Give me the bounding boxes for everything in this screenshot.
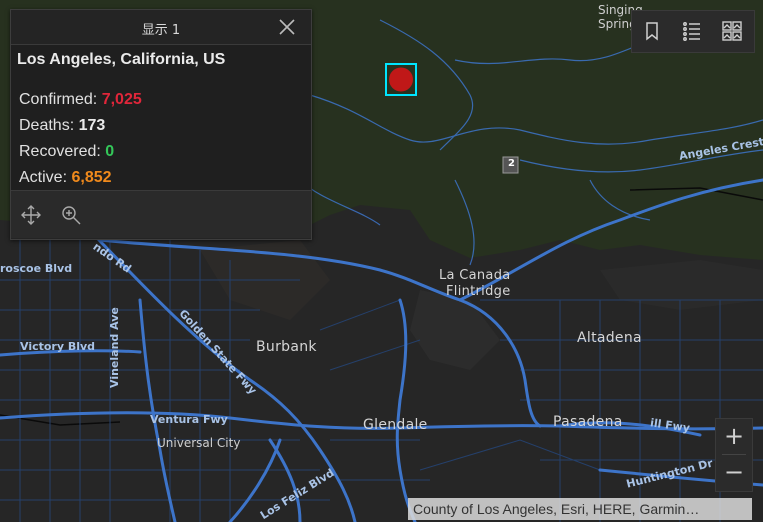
confirmed-row: Confirmed: 7,025: [19, 91, 142, 109]
recovered-row: Recovered: 0: [19, 143, 114, 161]
active-label: Active:: [19, 169, 72, 186]
basemap-gallery-icon[interactable]: [720, 19, 744, 43]
zoom-control: + −: [715, 418, 753, 492]
confirmed-value: 7,025: [101, 91, 142, 108]
active-row: Active: 6,852: [19, 169, 112, 187]
feature-popup: 显示 1 Los Angeles, California, US Confirm…: [10, 9, 312, 240]
deaths-value: 173: [78, 117, 106, 134]
attribution[interactable]: County of Los Angeles, Esri, HERE, Garmi…: [408, 498, 752, 520]
road-label: Ventura Fwy: [150, 413, 228, 426]
city-label: La Canada: [439, 268, 511, 283]
close-icon[interactable]: [277, 17, 297, 37]
city-label: Glendale: [363, 417, 428, 433]
area-label: Universal City: [157, 436, 241, 450]
map-toolbar: [631, 10, 755, 53]
popup-title: 显示 1: [141, 23, 181, 38]
location-name: Los Angeles, California, US: [17, 51, 226, 68]
city-label: Flintridge: [446, 284, 511, 299]
road-label: Vineland Ave: [108, 307, 121, 388]
confirmed-label: Confirmed:: [19, 91, 102, 108]
active-value: 6,852: [71, 169, 112, 186]
case-marker: [389, 67, 413, 92]
list-icon[interactable]: [680, 19, 704, 43]
city-label: Pasadena: [553, 414, 623, 430]
recovered-value: 0: [105, 143, 115, 160]
road-label: roscoe Blvd: [0, 262, 73, 275]
city-label: Burbank: [256, 339, 317, 355]
popup-header: 显示 1: [11, 10, 311, 45]
zoom-out-button[interactable]: −: [716, 455, 752, 490]
bookmark-icon[interactable]: [640, 19, 664, 43]
popup-content: Los Angeles, California, US Confirmed: 7…: [11, 45, 311, 191]
recovered-label: Recovered:: [19, 143, 106, 160]
zoom-to-icon[interactable]: [60, 204, 82, 226]
deaths-label: Deaths:: [19, 117, 79, 134]
pan-icon[interactable]: [20, 204, 42, 226]
road-label: Victory Blvd: [20, 340, 96, 353]
route-shield-label: 2: [508, 158, 515, 169]
city-label: Altadena: [577, 330, 642, 346]
deaths-row: Deaths: 173: [19, 117, 105, 135]
popup-actions: [11, 191, 311, 238]
zoom-in-button[interactable]: +: [716, 419, 752, 454]
